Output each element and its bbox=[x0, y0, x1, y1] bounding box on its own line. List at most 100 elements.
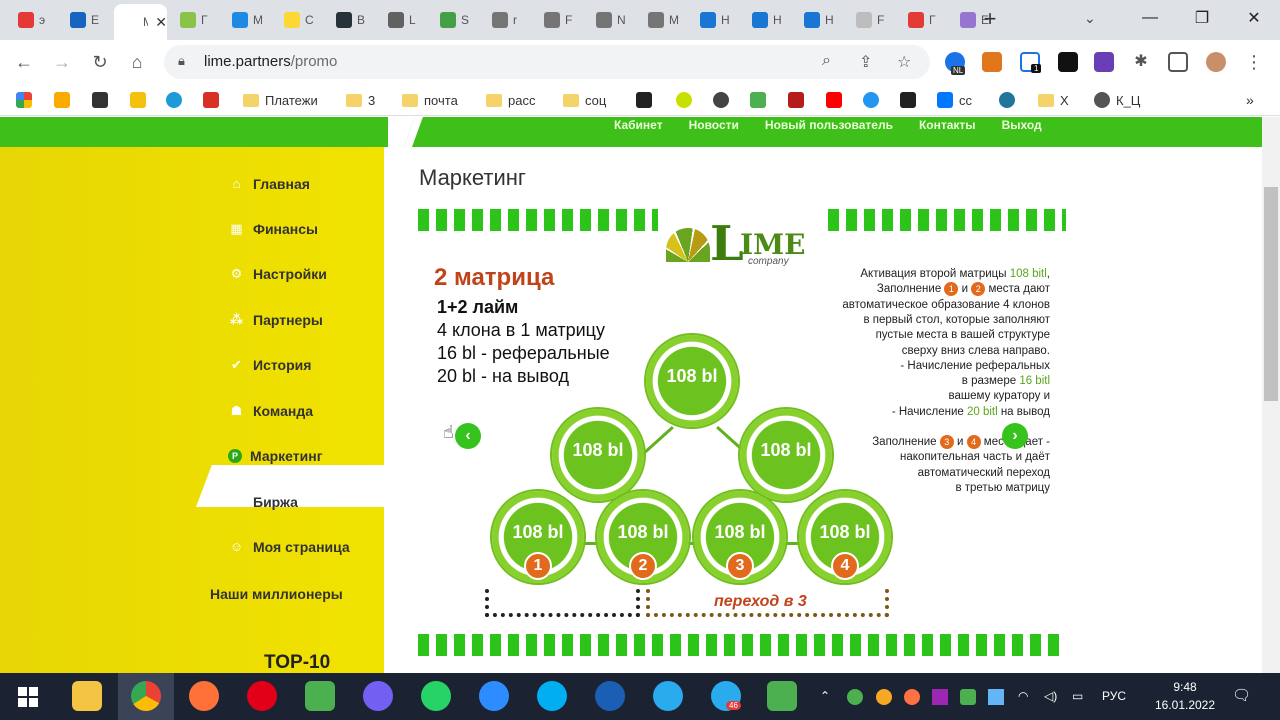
globe-app-icon[interactable] bbox=[595, 681, 625, 711]
sidebar-item-marketing[interactable]: P Маркетинг bbox=[228, 445, 323, 467]
tab[interactable]: S bbox=[432, 6, 485, 34]
bookmark-youtube-icon[interactable] bbox=[826, 91, 842, 109]
share-icon[interactable]: ⇪ bbox=[859, 52, 872, 72]
tab[interactable]: М bbox=[224, 6, 277, 34]
opera-icon[interactable] bbox=[247, 681, 277, 711]
tab[interactable]: E bbox=[62, 6, 115, 34]
sidebar-item-team[interactable]: ☗ Команда bbox=[228, 400, 313, 422]
page-scrollbar[interactable] bbox=[1262, 117, 1280, 673]
profile-avatar[interactable] bbox=[1206, 52, 1226, 72]
millionaires-link[interactable]: Наши миллионеры bbox=[210, 586, 343, 602]
reload-button[interactable]: ↻ bbox=[88, 50, 112, 74]
bookmark-lime-icon[interactable] bbox=[676, 91, 692, 109]
camtasia-icon[interactable] bbox=[305, 681, 335, 711]
bookmark-folder-soc[interactable]: соц bbox=[563, 91, 606, 109]
explorer-icon[interactable] bbox=[72, 681, 102, 711]
nav-logout[interactable]: Выход bbox=[1002, 118, 1042, 132]
nav-new-user[interactable]: Новый пользователь bbox=[765, 118, 893, 132]
back-button[interactable]: ← bbox=[12, 50, 36, 74]
tray-dollar-icon[interactable] bbox=[876, 689, 892, 705]
bookmark-vk-cc[interactable]: cc bbox=[937, 91, 972, 109]
bookmark-folder-rass[interactable]: расс bbox=[486, 91, 535, 109]
bookmark-wordpress-icon[interactable] bbox=[999, 91, 1015, 109]
tab-active[interactable]: М ✕ bbox=[114, 4, 167, 40]
firefox-icon[interactable] bbox=[189, 681, 219, 711]
bookmark-folder-mail[interactable]: почта bbox=[402, 91, 458, 109]
nav-contacts[interactable]: Контакты bbox=[919, 118, 976, 132]
bookmark-c-icon[interactable] bbox=[863, 91, 879, 109]
bookmark-k-c[interactable]: К_Ц bbox=[1094, 91, 1140, 109]
metamask-extension-icon[interactable] bbox=[982, 52, 1002, 72]
spider-extension-icon[interactable] bbox=[1094, 52, 1114, 72]
sidebar-item-exchange[interactable]: ↗ Биржа bbox=[228, 491, 298, 513]
bookmark-folder-3[interactable]: 3 bbox=[346, 91, 375, 109]
system-clock[interactable]: 9:48 16.01.2022 bbox=[1145, 678, 1225, 714]
bookmark-bc-icon[interactable] bbox=[636, 91, 652, 109]
tab[interactable]: М bbox=[640, 6, 693, 34]
chrome-icon[interactable] bbox=[131, 681, 161, 711]
restore-button[interactable]: ❐ bbox=[1176, 0, 1228, 36]
tab[interactable]: Н bbox=[692, 6, 745, 34]
bookmark-star-icon[interactable]: ☆ bbox=[897, 52, 911, 72]
sidebar-item-partners[interactable]: ⁂ Партнеры bbox=[228, 309, 323, 331]
bookmark-code-icon[interactable] bbox=[92, 91, 108, 109]
slider-prev-button[interactable]: ‹ bbox=[455, 423, 481, 449]
bookmark-google-icon[interactable] bbox=[16, 91, 32, 109]
start-windows-icon[interactable] bbox=[18, 687, 38, 707]
bookmark-analytics-icon[interactable] bbox=[54, 91, 70, 109]
sidebar-item-home[interactable]: ⌂ Главная bbox=[228, 173, 310, 195]
bookmark-star-site-icon[interactable] bbox=[166, 91, 182, 109]
tab[interactable]: В bbox=[328, 6, 381, 34]
bookmark-tools-icon[interactable] bbox=[900, 91, 916, 109]
bookmark-spider-icon[interactable] bbox=[713, 91, 729, 109]
tab-search-icon[interactable]: ⌄ bbox=[1084, 10, 1096, 27]
close-window-button[interactable]: ✕ bbox=[1228, 0, 1280, 36]
tray-overflow-icon[interactable]: ⌃ bbox=[820, 689, 830, 703]
tab[interactable]: r bbox=[484, 6, 537, 34]
tray-network-drive-icon[interactable] bbox=[988, 689, 1004, 705]
search-icon[interactable]: ⌕ bbox=[822, 52, 831, 70]
tab[interactable]: Н bbox=[744, 6, 797, 34]
tab[interactable]: F bbox=[848, 6, 901, 34]
volume-icon[interactable]: ◁) bbox=[1044, 689, 1057, 703]
battery-icon[interactable]: ▭ bbox=[1072, 689, 1083, 703]
notifications-icon[interactable]: 🗨︎ bbox=[1232, 686, 1251, 704]
whatsapp-icon[interactable] bbox=[421, 681, 451, 711]
bookmark-folder-payments[interactable]: Платежи bbox=[243, 91, 318, 109]
tab[interactable]: N bbox=[588, 6, 641, 34]
tab[interactable]: Г bbox=[900, 6, 953, 34]
tab[interactable]: С bbox=[276, 6, 329, 34]
bookmark-a-icon[interactable] bbox=[788, 91, 804, 109]
chrome-menu-icon[interactable]: ⋮ bbox=[1242, 50, 1266, 74]
nav-news[interactable]: Новости bbox=[689, 118, 739, 132]
scrollbar-thumb[interactable] bbox=[1264, 187, 1278, 401]
bookmark-code-green-icon[interactable] bbox=[750, 91, 766, 109]
bookmark-folder-x[interactable]: Х bbox=[1038, 91, 1069, 109]
tray-check-icon[interactable] bbox=[960, 689, 976, 705]
tab[interactable]: э bbox=[10, 6, 63, 34]
language-indicator[interactable]: РУС bbox=[1102, 689, 1126, 703]
viber-icon[interactable] bbox=[363, 681, 393, 711]
home-button[interactable]: ⌂ bbox=[125, 50, 149, 74]
camtasia-second-icon[interactable] bbox=[767, 681, 797, 711]
tab[interactable]: Н bbox=[796, 6, 849, 34]
nav-cabinet[interactable]: Кабинет bbox=[614, 118, 663, 132]
wifi-icon[interactable]: ◠ bbox=[1018, 689, 1028, 703]
close-tab-icon[interactable]: ✕ bbox=[155, 14, 167, 31]
skype-icon[interactable] bbox=[537, 681, 567, 711]
tray-chrome-icon[interactable] bbox=[847, 689, 863, 705]
address-bar[interactable]: 🔒︎ lime.partners/promo ⌕ ⇪ ☆ bbox=[164, 45, 930, 79]
extensions-puzzle-icon[interactable]: ✱ bbox=[1131, 52, 1151, 72]
sidebar-item-finance[interactable]: ▦ Финансы bbox=[228, 218, 318, 240]
bookmark-bars-icon[interactable] bbox=[203, 91, 219, 109]
forward-button[interactable]: → bbox=[50, 50, 74, 74]
tab[interactable]: Г bbox=[172, 6, 225, 34]
tray-feather-icon[interactable] bbox=[932, 689, 948, 705]
zoom-icon[interactable] bbox=[479, 681, 509, 711]
new-tab-button[interactable]: + bbox=[978, 8, 1002, 32]
tab[interactable]: L bbox=[380, 6, 433, 34]
bookmark-doc-icon[interactable] bbox=[130, 91, 146, 109]
crypto-extension-icon[interactable] bbox=[1058, 52, 1078, 72]
sidebar-item-settings[interactable]: ⚙ Настройки bbox=[228, 263, 327, 285]
slider-next-button[interactable]: › bbox=[1002, 423, 1028, 449]
